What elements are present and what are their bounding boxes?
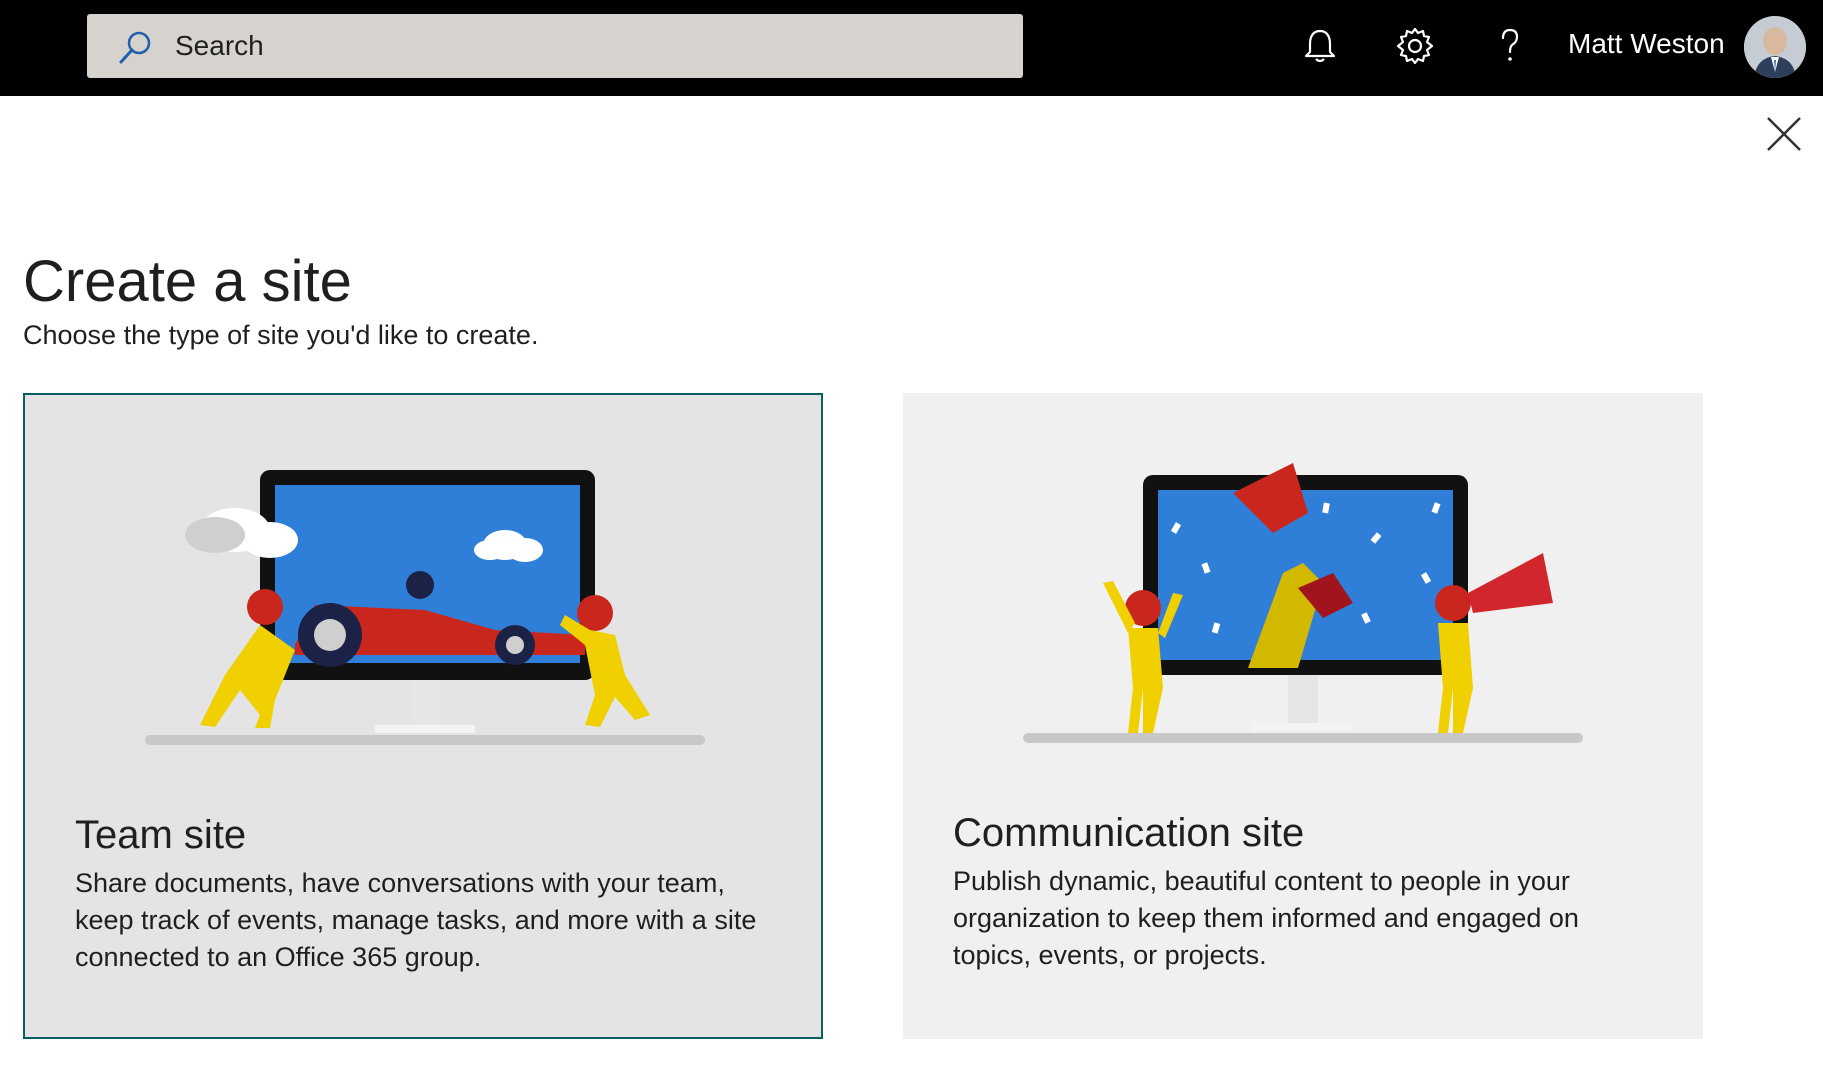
bell-icon[interactable]: [1300, 26, 1340, 66]
search-icon: [119, 31, 151, 64]
team-site-description: Share documents, have conversations with…: [75, 868, 757, 972]
page-subtitle: Choose the type of site you'd like to cr…: [23, 320, 539, 350]
communication-site-card[interactable]: Communication site Publish dynamic, beau…: [903, 393, 1703, 1039]
communication-site-illustration: [1023, 463, 1583, 743]
search-box[interactable]: Search: [87, 14, 1023, 78]
page-title: Create a site: [23, 249, 352, 314]
user-name[interactable]: Matt Weston: [1568, 28, 1725, 60]
search-placeholder: Search: [175, 30, 264, 61]
team-site-card[interactable]: Team site Share documents, have conversa…: [23, 393, 823, 1039]
team-site-illustration: [145, 470, 705, 745]
communication-site-description: Publish dynamic, beautiful content to pe…: [953, 866, 1579, 970]
avatar[interactable]: [1744, 16, 1806, 78]
gear-icon[interactable]: [1395, 26, 1435, 66]
help-icon[interactable]: [1490, 26, 1530, 66]
team-site-title: Team site: [75, 813, 247, 857]
avatar-image: [1744, 16, 1806, 78]
top-bar: Search Matt Weston: [0, 0, 1823, 96]
close-icon[interactable]: [1764, 114, 1804, 154]
communication-site-title: Communication site: [953, 811, 1305, 855]
